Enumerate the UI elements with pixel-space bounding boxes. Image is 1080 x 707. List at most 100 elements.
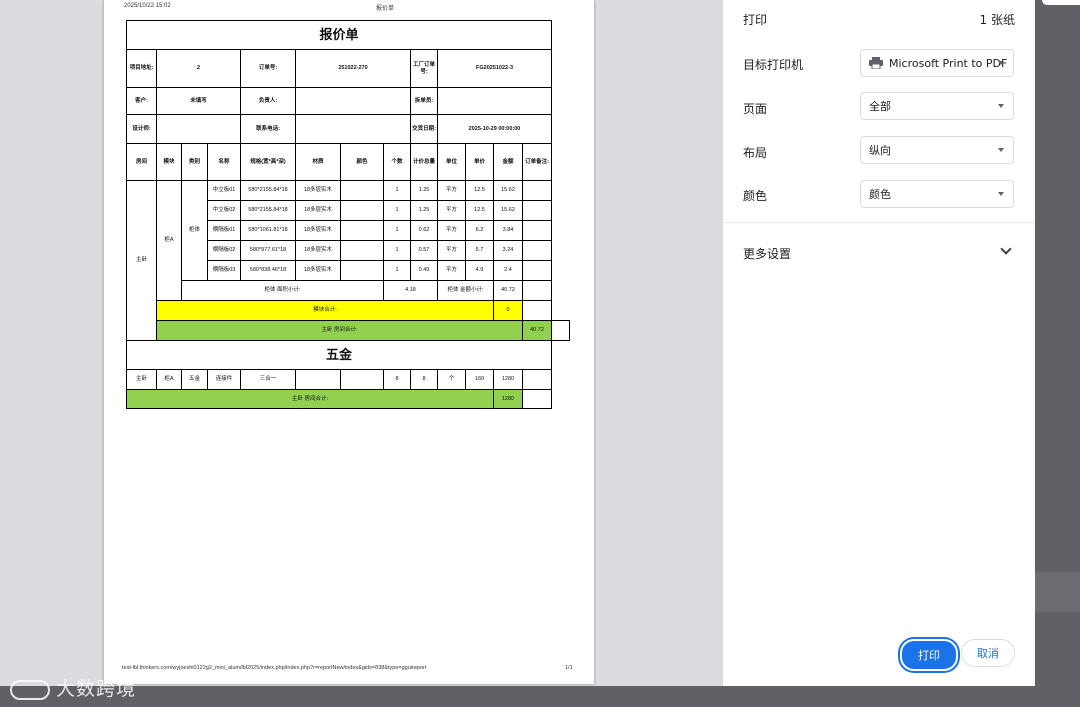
value-owner: [295, 87, 411, 115]
amount-subtotal-label: 柜体 金额小计:: [437, 280, 494, 301]
cell-amount: 15.62: [493, 180, 523, 201]
cell-amount: 1280: [493, 369, 523, 390]
cell-note: [522, 200, 552, 221]
hardware-title: 五金: [126, 340, 552, 370]
cancel-button[interactable]: 取消: [961, 639, 1015, 667]
cell-price: 12.5: [465, 180, 494, 201]
cell-module: 柜A: [156, 369, 182, 390]
quote-table: 报价单 项目地址: 2 订单号: 251022-270 工厂订单号: FG202…: [126, 20, 570, 409]
cell-name: 中立板02: [207, 200, 241, 221]
value-delivery-date: 2025-10-29 00:00:00: [437, 114, 552, 144]
cell-spec: 580*838.46*18: [240, 260, 296, 281]
more-settings-toggle[interactable]: 更多设置: [743, 245, 791, 262]
color-select[interactable]: 颜色: [860, 180, 1014, 208]
cell-qty: 8: [383, 369, 411, 390]
table-row: 主卧 柜A 五金 连接件 三合一 8 8 个 160 1280: [126, 369, 570, 390]
cell-material: [295, 369, 341, 390]
label-dismantle-order: 拆单员:: [410, 87, 438, 115]
module-total-row: 模块合计: 0: [127, 300, 570, 321]
cell-spec: 580*2155.84*18: [240, 200, 296, 221]
printer-icon: [869, 57, 883, 70]
quote-title: 报价单: [126, 20, 552, 50]
cell-color: [340, 180, 384, 201]
value-project-addr: 2: [156, 49, 241, 88]
col-header: 颜色: [340, 143, 384, 181]
col-header: 类别: [181, 143, 208, 181]
cell-qty: 1: [383, 200, 411, 221]
color-value: 颜色: [869, 188, 891, 201]
page-footer-number: 1/1: [565, 665, 573, 671]
cell-total: 0.62: [410, 220, 438, 241]
col-header: 金额: [493, 143, 523, 181]
cell-note: [522, 180, 552, 201]
pages-select[interactable]: 全部: [860, 92, 1014, 120]
cell-name: 横隔板02: [207, 240, 241, 261]
pages-value: 全部: [869, 100, 891, 113]
col-header: 计价总量: [410, 143, 438, 181]
hardware-total-value: 1280: [493, 389, 523, 409]
col-header: 名称: [207, 143, 241, 181]
cell-material: 18多层实木: [295, 180, 341, 201]
layout-select[interactable]: 纵向: [860, 136, 1014, 164]
label-owner: 负责人:: [240, 87, 296, 115]
cell-spec: 580*1061.81*18: [240, 220, 296, 241]
col-header: 模块: [156, 143, 182, 181]
cell-name: 连接件: [207, 369, 241, 390]
cell-unit: 平方: [437, 200, 466, 221]
cell-amount: 2.4: [493, 260, 523, 281]
label-order-no: 订单号:: [240, 49, 296, 88]
cell-category: 柜体: [181, 180, 208, 281]
cell-note: [522, 300, 552, 321]
watermark-text: 大数跨境: [56, 678, 137, 700]
background-tab: [1042, 0, 1080, 5]
color-label: 颜色: [743, 189, 768, 203]
col-header: 规格(宽*高*深): [240, 143, 296, 181]
value-order-no: 251022-270: [295, 49, 411, 88]
cell-color: [340, 369, 384, 390]
cell-total: 0.57: [410, 240, 438, 261]
cell-unit: 平方: [437, 240, 466, 261]
cell-name: 中立板01: [207, 180, 241, 201]
cell-note: [522, 220, 552, 241]
value-factory-order-no: FG20251022-3: [437, 49, 552, 88]
cell-amount: 15.62: [493, 200, 523, 221]
col-header: 单价: [465, 143, 494, 181]
cell-material: 18多层实木: [295, 220, 341, 241]
module-total-value: 0: [493, 300, 523, 321]
cell-price: 5.7: [465, 240, 494, 261]
col-header: 单位: [437, 143, 466, 181]
cell-total: 0.49: [410, 260, 438, 281]
chevron-down-icon[interactable]: [1000, 243, 1012, 255]
destination-label: 目标打印机: [743, 58, 804, 72]
watermark: 大数跨境: [10, 674, 136, 701]
sheet-count: 1 张纸: [979, 13, 1015, 27]
page-footer-url: test-lbl.thinkers.com/wyjoeshi0122g2_min…: [122, 665, 427, 671]
col-header: 材质: [295, 143, 341, 181]
print-settings-panel: 打印 1 张纸 目标打印机 Microsoft Print to PDF 页面 …: [723, 0, 1035, 686]
subtotal-row: 柜体 面积小计: 4.18 柜体 金额小计: 40.72: [127, 280, 570, 301]
table-row: 主卧 柜A 柜体 中立板01 580*2155.84*18 18多层实木 1 1…: [126, 180, 570, 341]
value-contact-phone: [295, 114, 411, 144]
cell-price: 4.9: [465, 260, 494, 281]
cell-amount: 3.24: [493, 240, 523, 261]
col-header: 订单备注:: [522, 143, 552, 181]
cell-material: 18多层实木: [295, 200, 341, 221]
cell-material: 18多层实木: [295, 240, 341, 261]
print-preview-area: 2025/10/22 15:02 报价单 报价单 项目地址: 2 订单号: 25…: [0, 0, 723, 686]
label-designer: 设计师:: [126, 114, 157, 144]
cell-amount: 3.84: [493, 220, 523, 241]
destination-select[interactable]: Microsoft Print to PDF: [860, 49, 1014, 77]
chevron-down-icon: [998, 192, 1004, 196]
cell-unit: 个: [437, 369, 466, 390]
cell-price: 12.5: [465, 200, 494, 221]
amount-subtotal-value: 40.72: [493, 280, 523, 301]
cell-spec: 三合一: [240, 369, 296, 390]
print-button[interactable]: 打印: [900, 639, 958, 671]
cell-qty: 1: [383, 240, 411, 261]
hardware-total-label: 主卧 房间合计:: [126, 389, 494, 409]
cell-unit: 平方: [437, 260, 466, 281]
cell-spec: 580*2155.84*18: [240, 180, 296, 201]
value-customer: 未填写: [156, 87, 241, 115]
cell-name: 横隔板01: [207, 220, 241, 241]
cell-note: [551, 320, 570, 341]
